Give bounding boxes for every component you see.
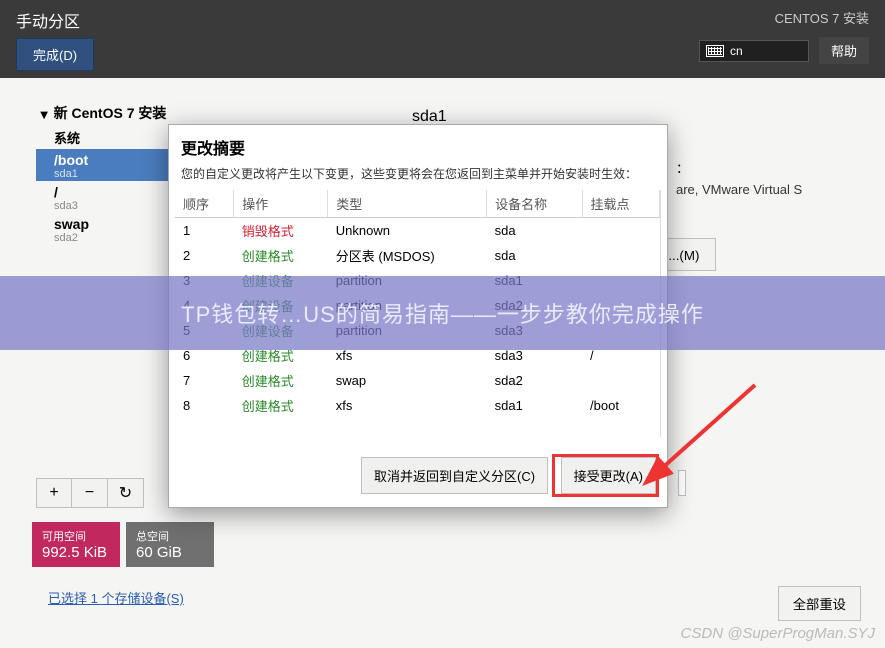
col-mount[interactable]: 挂载点	[582, 190, 659, 218]
mount-label: /boot	[54, 152, 156, 168]
changes-table-wrap: 顺序 操作 类型 设备名称 挂载点 1销毁格式Unknownsda2创建格式分区…	[175, 190, 661, 438]
free-space-box: 可用空间 992.5 KiB	[32, 522, 120, 567]
space-summary: 可用空间 992.5 KiB 总空间 60 GiB	[32, 522, 214, 567]
name-input-fragment[interactable]	[678, 470, 686, 496]
changes-table: 顺序 操作 类型 设备名称 挂载点 1销毁格式Unknownsda2创建格式分区…	[175, 190, 660, 418]
table-row[interactable]: 6创建格式xfssda3/	[175, 343, 660, 368]
col-op[interactable]: 操作	[234, 190, 328, 218]
table-row[interactable]: 1销毁格式Unknownsda	[175, 218, 660, 244]
cancel-button[interactable]: 取消并返回到自定义分区(C)	[361, 457, 548, 494]
help-button[interactable]: 帮助	[819, 37, 869, 64]
reload-button[interactable]: ↻	[108, 478, 144, 508]
keyboard-layout-label: cn	[730, 44, 743, 58]
table-row[interactable]: 7创建格式swapsda2	[175, 368, 660, 393]
dialog-subtitle: 您的自定义更改将产生以下变更，这些变更将会在您返回到主菜单并开始安装时生效：	[169, 161, 667, 190]
topbar: 手动分区 完成(D) CENTOS 7 安装 cn 帮助	[0, 0, 885, 78]
storage-devices-link[interactable]: 已选择 1 个存储设备(S)	[48, 591, 184, 606]
reset-all-button[interactable]: 全部重设	[778, 586, 861, 621]
device-label: sda3	[54, 200, 156, 212]
col-type[interactable]: 类型	[328, 190, 487, 218]
watermark: CSDN @SuperProgMan.SYJ	[681, 625, 875, 642]
mount-item-swap[interactable]: swap sda2	[36, 213, 174, 245]
accept-button[interactable]: 接受更改(A)	[561, 457, 656, 494]
storage-link-row: 已选择 1 个存储设备(S)	[48, 588, 184, 607]
keyboard-icon	[706, 45, 724, 57]
total-space-label: 总空间	[136, 528, 204, 544]
collapse-icon: ▶	[38, 112, 49, 120]
free-space-label: 可用空间	[42, 528, 110, 544]
free-space-value: 992.5 KiB	[42, 544, 110, 561]
done-button[interactable]: 完成(D)	[16, 38, 94, 71]
table-row[interactable]: 3创建设备partitionsda1	[175, 268, 660, 293]
table-row[interactable]: 8创建格式xfssda1/boot	[175, 393, 660, 418]
mount-label: /	[54, 184, 156, 200]
add-partition-button[interactable]: +	[36, 478, 72, 508]
col-dev[interactable]: 设备名称	[487, 190, 582, 218]
total-space-box: 总空间 60 GiB	[126, 522, 214, 567]
install-group-label: 新 CentOS 7 安装	[54, 105, 167, 121]
system-label: 系统	[36, 126, 174, 149]
partition-buttons: + − ↻	[36, 478, 144, 508]
device-label: sda1	[54, 168, 156, 180]
partition-tree: ▶ 新 CentOS 7 安装 系统 /boot sda1 / sda3 swa…	[36, 100, 174, 245]
table-row[interactable]: 4创建设备partitionsda2	[175, 293, 660, 318]
top-right: CENTOS 7 安装 cn 帮助	[699, 8, 869, 64]
install-group-header[interactable]: ▶ 新 CentOS 7 安装	[36, 100, 174, 126]
dialog-buttons: 取消并返回到自定义分区(C) 接受更改(A)	[169, 444, 667, 507]
table-row[interactable]: 2创建格式分区表 (MSDOS)sda	[175, 243, 660, 268]
table-row[interactable]: 5创建设备partitionsda3	[175, 318, 660, 343]
remove-partition-button[interactable]: −	[72, 478, 108, 508]
keyboard-layout-selector[interactable]: cn	[699, 40, 809, 62]
dialog-title: 更改摘要	[169, 125, 667, 161]
total-space-value: 60 GiB	[136, 544, 204, 561]
install-title: CENTOS 7 安装	[699, 8, 869, 27]
device-label: sda2	[54, 232, 156, 244]
mount-label: swap	[54, 216, 156, 232]
right-colon: ：	[676, 158, 689, 177]
accept-highlight: 接受更改(A)	[552, 454, 659, 497]
change-summary-dialog: 更改摘要 您的自定义更改将产生以下变更，这些变更将会在您返回到主菜单并开始安装时…	[168, 124, 668, 508]
col-order[interactable]: 顺序	[175, 190, 234, 218]
mount-item-root[interactable]: / sda3	[36, 181, 174, 213]
device-desc-truncated: are, VMware Virtual S	[676, 182, 802, 197]
mount-item-boot[interactable]: /boot sda1	[36, 149, 174, 181]
